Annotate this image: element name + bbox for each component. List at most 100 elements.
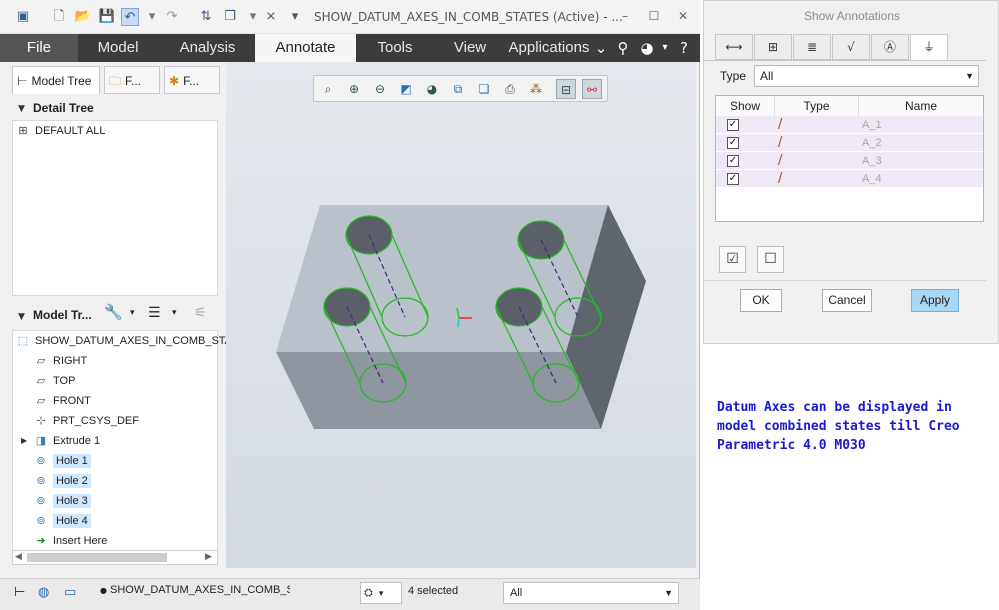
detail-tree-item[interactable]: ⊞ DEFAULT ALL [15, 121, 105, 141]
undo-icon[interactable]: ↶ [121, 8, 139, 26]
windows-icon[interactable]: ❐ [221, 8, 239, 26]
scroll-left-icon[interactable]: ◀ [15, 552, 22, 562]
save-icon[interactable]: 💾 [98, 8, 116, 26]
selection-filter-value: All [510, 587, 523, 599]
tab-view[interactable]: View [440, 34, 500, 62]
redo-icon[interactable]: ↷ [163, 8, 181, 26]
undo-dropdown-icon[interactable]: ▾ [143, 8, 161, 26]
selection-filter[interactable]: All ▼ [503, 582, 679, 604]
model-tree-item[interactable]: ⊚ Hole 2 [33, 471, 91, 491]
close-button[interactable]: ✕ [673, 8, 693, 24]
close-window-icon[interactable]: ⨯ [262, 8, 280, 26]
tab-folder-browser[interactable]: 🗀 F... [104, 66, 160, 94]
perspective-icon[interactable]: ⎙ [500, 79, 520, 99]
view-manager-icon[interactable]: ❏ [474, 79, 494, 99]
display-style-icon[interactable]: ◕ [422, 79, 442, 99]
full-screen-icon[interactable]: ▭ [64, 585, 76, 600]
tools-dropdown-icon[interactable]: ▾ [130, 308, 135, 318]
tab-geometric-tolerances[interactable]: ⊞ [754, 34, 792, 60]
app-menu-icon[interactable]: ▣ [14, 8, 32, 26]
tab-surface-finish[interactable]: √ [832, 34, 870, 60]
tab-notes[interactable]: ≣ [793, 34, 831, 60]
graphics-window[interactable] [226, 62, 696, 568]
tab-applications[interactable]: Applications [505, 34, 593, 62]
model-tree-item[interactable]: ⊚ Hole 1 [33, 451, 91, 471]
navigator-toggle-icon[interactable]: ⊢ [14, 585, 25, 600]
tab-dimensions[interactable]: ⟷ [715, 34, 753, 60]
expand-triangle-icon[interactable]: ▶ [21, 431, 27, 451]
repaint-icon[interactable]: ◩ [396, 79, 416, 99]
filter-icon[interactable]: ⚟ [194, 305, 207, 321]
regenerate-icon[interactable]: ⇅ [197, 8, 215, 26]
model-tree-item-label: PRT_CSYS_DEF [53, 415, 139, 427]
annotation-row[interactable]: ✓ / A_3 [716, 152, 983, 170]
scroll-right-icon[interactable]: ▶ [205, 552, 212, 562]
refit-icon[interactable]: ⌕ [318, 79, 338, 99]
model-tree-item[interactable]: ▱ TOP [33, 371, 76, 391]
model-view[interactable] [226, 62, 696, 568]
show-checkbox[interactable]: ✓ [727, 155, 739, 167]
model-tree-item[interactable]: ▱ FRONT [33, 391, 91, 411]
new-file-icon[interactable]: 🗋 [50, 8, 68, 26]
select-all-button[interactable]: ☑ [719, 246, 746, 273]
show-checkbox[interactable]: ✓ [727, 137, 739, 149]
show-checkbox[interactable]: ✓ [727, 119, 739, 131]
model-tree-item[interactable]: ▱ RIGHT [33, 351, 87, 371]
show-settings-icon[interactable]: ☰ [148, 305, 161, 321]
collapse-triangle-icon[interactable]: ▼ [18, 312, 25, 322]
column-type[interactable]: Type [775, 96, 859, 116]
show-dropdown-icon[interactable]: ▾ [172, 308, 177, 318]
model-tree-item[interactable]: ▶ ◨ Extrude 1 [21, 431, 100, 451]
column-show[interactable]: Show [716, 96, 775, 116]
model-tree-item[interactable]: ➜ Insert Here [33, 531, 107, 551]
open-folder-icon[interactable]: 📂 [74, 8, 92, 26]
datum-display-icon[interactable]: ⁂ [526, 79, 546, 99]
tab-model-tree[interactable]: ⊢ Model Tree [12, 66, 100, 94]
deselect-all-button[interactable]: ☐ [757, 246, 784, 273]
cancel-button[interactable]: Cancel [822, 289, 872, 312]
type-select[interactable]: All ▼ [754, 65, 979, 87]
annotation-row[interactable]: ✓ / A_4 [716, 170, 983, 188]
apply-button[interactable]: Apply [911, 289, 959, 312]
selection-count[interactable]: 4 selected [408, 585, 458, 597]
windows-dropdown-icon[interactable]: ▾ [244, 8, 262, 26]
tab-favorites[interactable]: ✱ F... [164, 66, 220, 94]
spin-center-icon[interactable]: ⊟ [556, 79, 576, 99]
model-tree-item[interactable]: ⊚ Hole 4 [33, 511, 91, 531]
collapse-triangle-icon[interactable]: ▼ [18, 104, 25, 114]
saved-orientations-icon[interactable]: ⧉ [448, 79, 468, 99]
arrow-right-icon: ➜ [36, 535, 46, 547]
model-tree-item[interactable]: ⬚ SHOW_DATUM_AXES_IN_COMB_STATES [15, 331, 253, 351]
annotation-row[interactable]: ✓ / A_1 [716, 116, 983, 134]
minimize-button[interactable]: – [615, 8, 635, 24]
tab-model[interactable]: Model [80, 34, 156, 62]
annotation-name: A_4 [862, 173, 882, 185]
ok-button[interactable]: OK [740, 289, 782, 312]
tab-symbols[interactable]: Ⓐ [871, 34, 909, 60]
horizontal-scrollbar[interactable]: ◀ ▶ [12, 550, 218, 565]
browser-toggle-icon[interactable]: ◍ [38, 585, 49, 600]
datum-plane-icon: ▱ [36, 375, 46, 387]
maximize-button[interactable]: ☐ [644, 8, 664, 24]
scroll-thumb[interactable] [27, 553, 167, 562]
model-tree-item[interactable]: ⊚ Hole 3 [33, 491, 91, 511]
find-button[interactable]: ⛭ ▾ [360, 582, 402, 604]
zoom-in-icon[interactable]: ⊕ [344, 79, 364, 99]
tab-annotate[interactable]: Annotate [255, 34, 356, 62]
tab-analysis[interactable]: Analysis [160, 34, 255, 62]
model-tree-item[interactable]: ⊹ PRT_CSYS_DEF [33, 411, 139, 431]
annotation-display-icon[interactable]: ⚯ [582, 79, 602, 99]
column-name[interactable]: Name [859, 96, 983, 116]
chevron-down-icon[interactable]: ⌄ [590, 37, 612, 59]
help-icon[interactable]: ? [673, 37, 695, 59]
tab-file[interactable]: File [0, 34, 78, 62]
search-icon[interactable]: ⚲ [612, 37, 634, 59]
show-checkbox[interactable]: ✓ [727, 173, 739, 185]
tools-icon[interactable]: 🔧 [104, 303, 123, 321]
geometric-tolerance-icon: ⊞ [767, 40, 779, 54]
customize-toolbar-icon[interactable]: ▾ [286, 8, 304, 26]
zoom-out-icon[interactable]: ⊖ [370, 79, 390, 99]
annotation-row[interactable]: ✓ / A_2 [716, 134, 983, 152]
tab-datums[interactable]: ⏚ [910, 34, 948, 61]
tab-tools[interactable]: Tools [360, 34, 430, 62]
